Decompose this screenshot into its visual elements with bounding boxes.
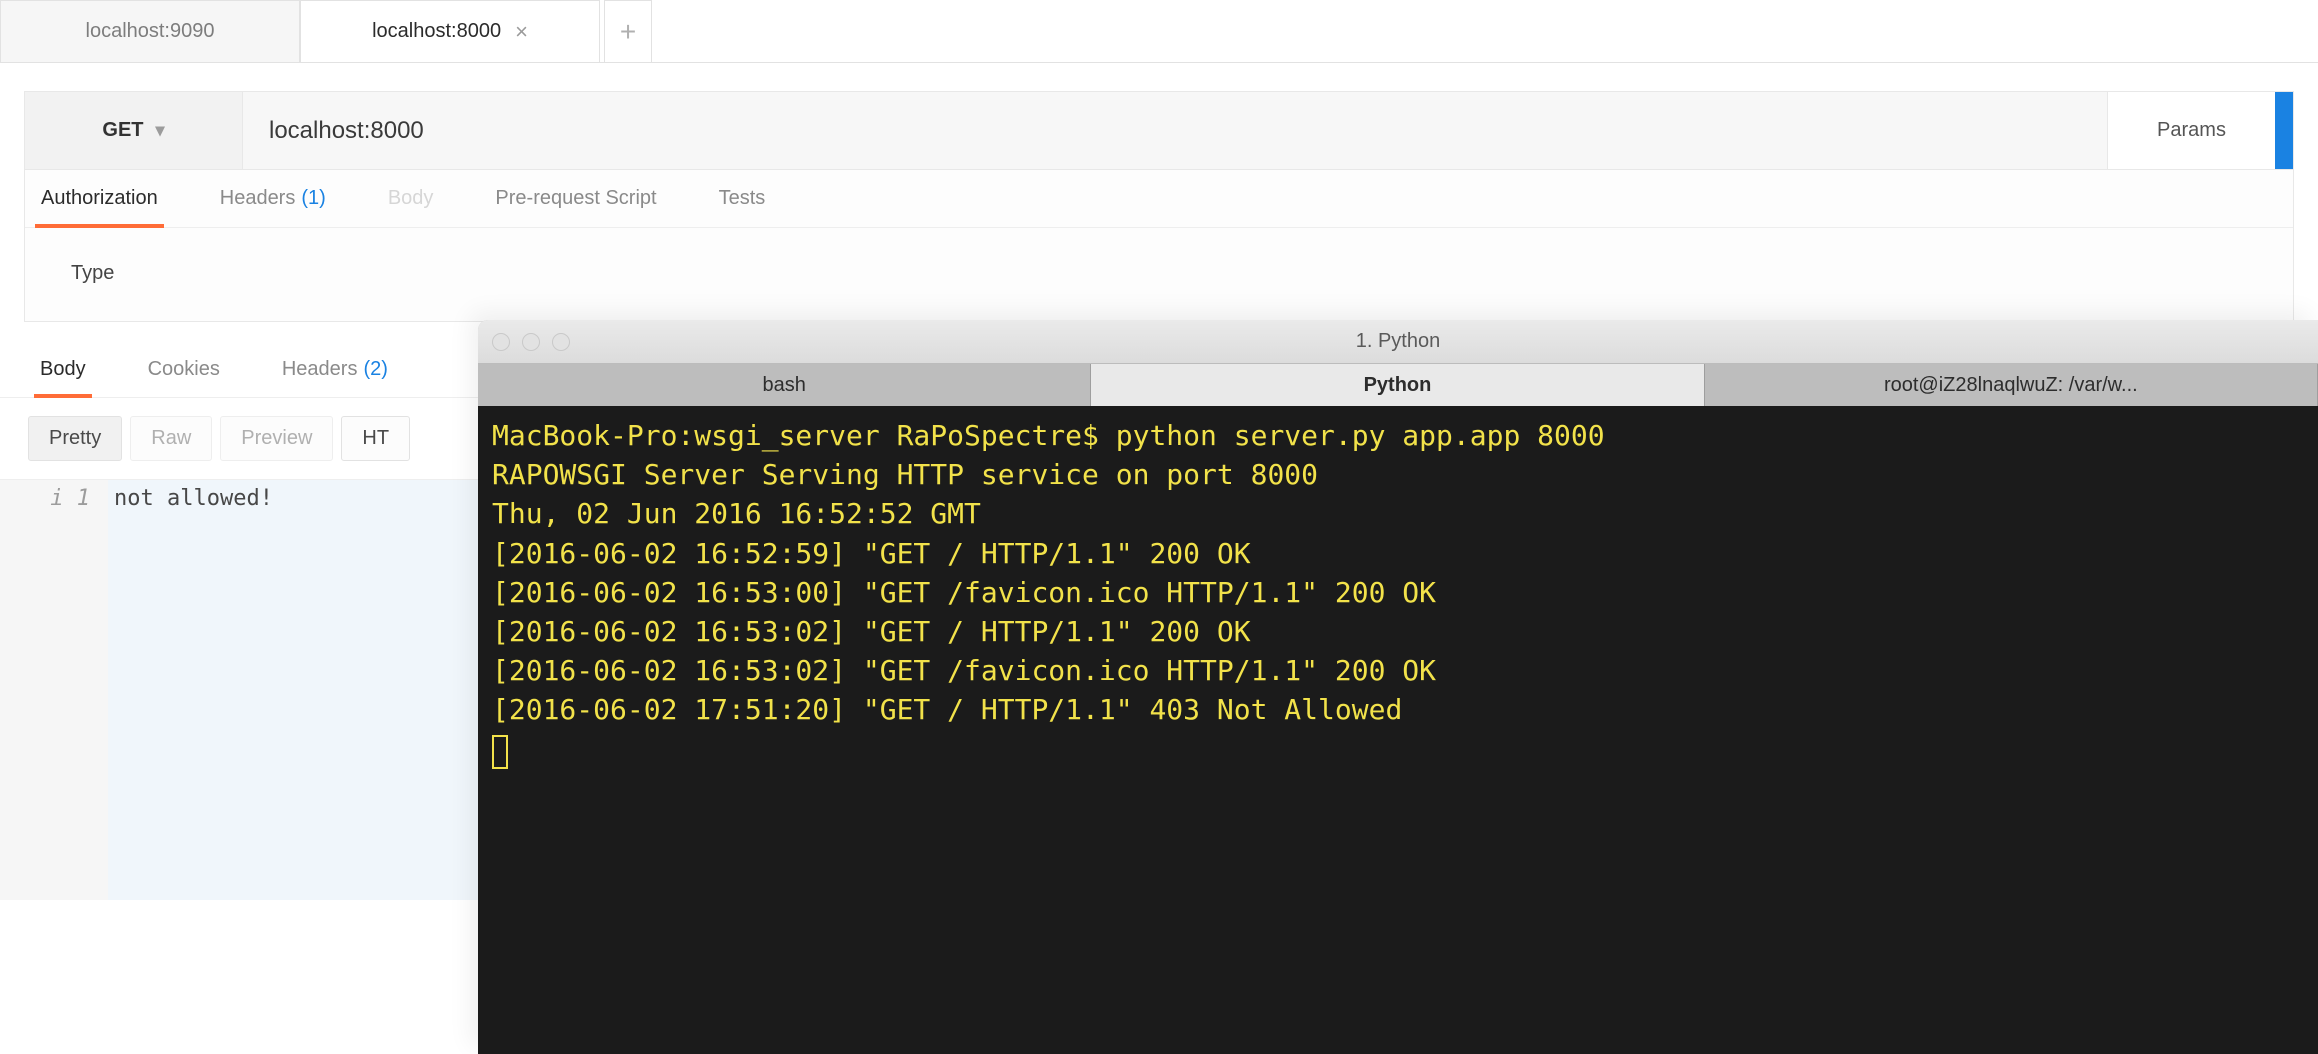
traffic-close-icon[interactable]	[492, 333, 510, 351]
terminal-line: [2016-06-02 17:51:20] "GET / HTTP/1.1" 4…	[492, 693, 1402, 726]
view-html-button[interactable]: HT	[341, 416, 410, 461]
url-input[interactable]	[243, 92, 2107, 169]
tab-label: Headers	[282, 358, 358, 381]
tab-label: Python	[1364, 374, 1432, 397]
tab-label: Tests	[719, 187, 766, 210]
terminal-cursor-icon	[492, 735, 508, 769]
headers-count: (1)	[301, 187, 325, 210]
new-tab-button[interactable]: +	[604, 0, 652, 62]
resp-tab-cookies[interactable]: Cookies	[142, 342, 226, 397]
tab-label: root@iZ28lnaqlwuZ: /var/w...	[1884, 374, 2138, 397]
info-icon: i	[50, 486, 63, 511]
headers-count: (2)	[363, 358, 387, 381]
tab-label: Pre-request Script	[495, 187, 656, 210]
method-select[interactable]: GET ▾	[25, 92, 243, 169]
request-row: GET ▾ Params	[25, 92, 2293, 170]
tab-label: localhost:9090	[86, 20, 215, 43]
browser-tab-row: localhost:9090 localhost:8000 × +	[0, 0, 2318, 63]
chevron-down-icon: ▾	[156, 120, 165, 141]
tab-body[interactable]: Body	[382, 170, 440, 227]
tab-label: Cookies	[148, 358, 220, 381]
browser-tab-active[interactable]: localhost:8000 ×	[300, 0, 600, 62]
terminal-tab-ssh[interactable]: root@iZ28lnaqlwuZ: /var/w...	[1705, 364, 2318, 406]
method-label: GET	[102, 119, 143, 142]
tab-label: Authorization	[41, 187, 158, 210]
line-number: 1	[77, 486, 90, 511]
terminal-tabs: bash Python root@iZ28lnaqlwuZ: /var/w...	[478, 364, 2318, 406]
btn-label: Preview	[241, 427, 312, 449]
btn-label: Raw	[151, 427, 191, 449]
view-preview-button[interactable]: Preview	[220, 416, 333, 461]
view-raw-button[interactable]: Raw	[130, 416, 212, 461]
request-panel: GET ▾ Params Authorization Headers (1) B…	[24, 91, 2294, 322]
terminal-tab-bash[interactable]: bash	[478, 364, 1091, 406]
send-button-edge[interactable]	[2275, 92, 2293, 169]
resp-tab-headers[interactable]: Headers (2)	[276, 342, 394, 397]
terminal-line: Thu, 02 Jun 2016 16:52:52 GMT	[492, 497, 981, 530]
terminal-line: [2016-06-02 16:53:00] "GET /favicon.ico …	[492, 576, 1436, 609]
tab-headers[interactable]: Headers (1)	[214, 170, 332, 227]
terminal-line: RAPOWSGI Server Serving HTTP service on …	[492, 458, 1318, 491]
traffic-zoom-icon[interactable]	[552, 333, 570, 351]
browser-tab[interactable]: localhost:9090	[0, 0, 300, 62]
params-button[interactable]: Params	[2107, 92, 2275, 169]
params-label: Params	[2157, 119, 2226, 142]
terminal-line: [2016-06-02 16:53:02] "GET /favicon.ico …	[492, 654, 1436, 687]
tab-authorization[interactable]: Authorization	[35, 170, 164, 227]
traffic-minimize-icon[interactable]	[522, 333, 540, 351]
tab-label: Body	[40, 358, 86, 381]
tab-label: Body	[388, 187, 434, 210]
auth-type-row: Type	[25, 228, 2293, 321]
close-icon[interactable]: ×	[515, 19, 528, 45]
traffic-lights	[492, 333, 570, 351]
request-tabs: Authorization Headers (1) Body Pre-reque…	[25, 170, 2293, 228]
tab-tests[interactable]: Tests	[713, 170, 772, 227]
btn-label: HT	[362, 427, 389, 449]
terminal-window: 1. Python bash Python root@iZ28lnaqlwuZ:…	[478, 320, 2318, 1054]
terminal-line: [2016-06-02 16:53:02] "GET / HTTP/1.1" 2…	[492, 615, 1251, 648]
terminal-line: MacBook-Pro:wsgi_server RaPoSpectre$ pyt…	[492, 419, 1605, 452]
tab-label: Headers	[220, 187, 296, 210]
resp-tab-body[interactable]: Body	[34, 342, 92, 397]
type-label: Type	[71, 262, 114, 284]
terminal-tab-python[interactable]: Python	[1091, 364, 1704, 406]
line-gutter: i 1	[0, 480, 108, 900]
tab-label: localhost:8000	[372, 20, 501, 43]
terminal-line: [2016-06-02 16:52:59] "GET / HTTP/1.1" 2…	[492, 537, 1251, 570]
tab-label: bash	[762, 374, 805, 397]
tab-prerequest-script[interactable]: Pre-request Script	[489, 170, 662, 227]
view-pretty-button[interactable]: Pretty	[28, 416, 122, 461]
terminal-title: 1. Python	[478, 330, 2318, 353]
terminal-titlebar[interactable]: 1. Python	[478, 320, 2318, 364]
terminal-body[interactable]: MacBook-Pro:wsgi_server RaPoSpectre$ pyt…	[478, 406, 2318, 1054]
btn-label: Pretty	[49, 427, 101, 449]
